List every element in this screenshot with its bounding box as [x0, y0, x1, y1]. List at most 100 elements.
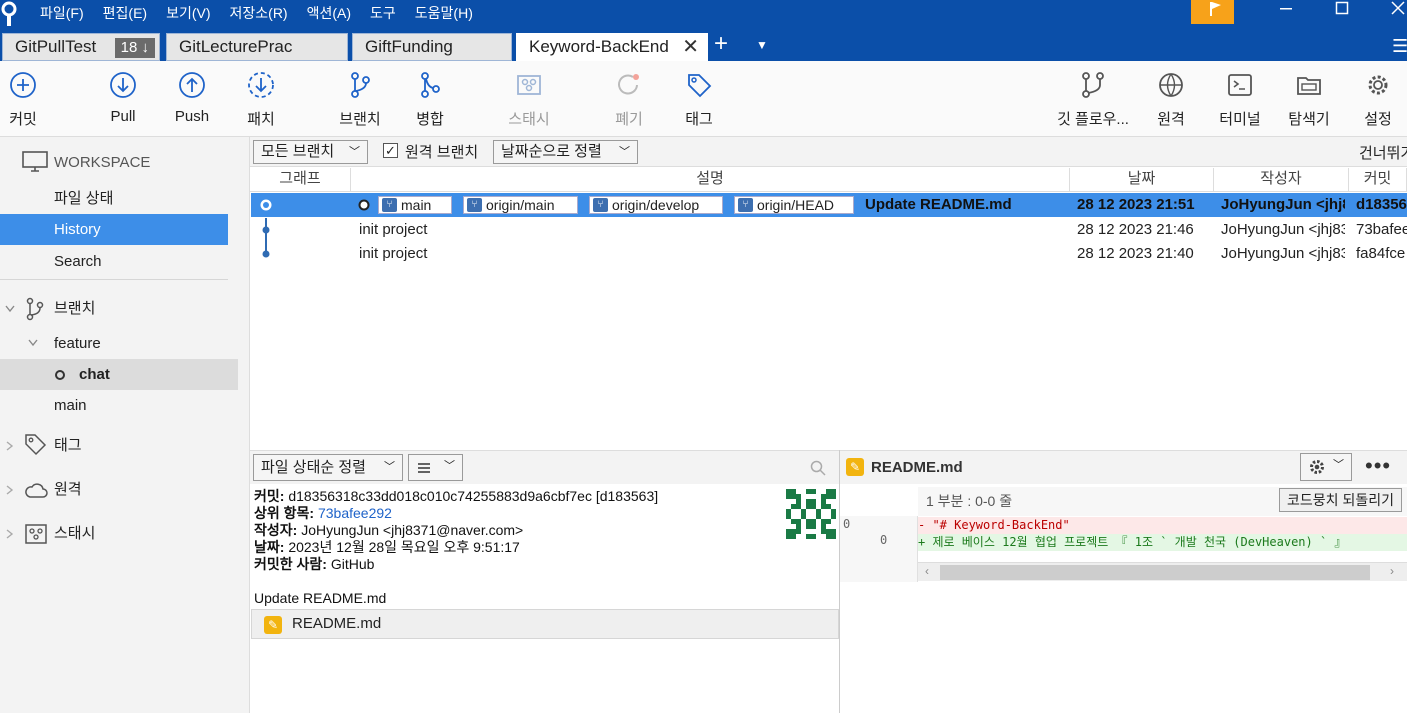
- diff-line-added: + 제로 베이스 12월 협업 프로젝트 『 1조 ` 개발 천국 (DevHe…: [918, 534, 1407, 551]
- chevron-down-icon[interactable]: [5, 305, 15, 313]
- branch-tag-origin-main[interactable]: ⑂ origin/main: [463, 196, 578, 214]
- diff-options-dropdown[interactable]: ﹀: [1300, 453, 1352, 481]
- column-graph[interactable]: 그래프: [250, 168, 351, 192]
- tab-giftfunding[interactable]: GiftFunding: [352, 33, 512, 61]
- column-commit[interactable]: 커밋: [1349, 168, 1407, 192]
- chevron-down-icon[interactable]: [28, 339, 38, 347]
- close-window-button[interactable]: [1376, 0, 1407, 22]
- branch-filter-value: 모든 브랜치: [261, 143, 335, 160]
- close-tab-icon[interactable]: ✕: [682, 34, 699, 60]
- chevron-right-icon[interactable]: [6, 485, 14, 495]
- tab-gitlectureprac[interactable]: GitLecturePrac: [166, 33, 348, 61]
- explorer-button[interactable]: 탐색기: [1274, 71, 1344, 129]
- cloud-icon: [25, 483, 48, 498]
- branch-button[interactable]: 브랜치: [325, 71, 395, 129]
- chevron-down-icon: ﹀: [619, 146, 630, 158]
- remote-button[interactable]: 원격: [1136, 71, 1206, 129]
- gitflow-button[interactable]: 깃 플로우...: [1050, 71, 1136, 129]
- hamburger-menu-icon[interactable]: ☰: [1392, 36, 1407, 57]
- title-bar: 파일(F) 편집(E) 보기(V) 저장소(R) 액션(A) 도구 도움말(H): [0, 0, 1407, 30]
- menu-edit[interactable]: 편집(E): [93, 0, 156, 24]
- view-mode-dropdown[interactable]: ﹀: [408, 454, 463, 481]
- commit-row[interactable]: ⑂ main ⑂ origin/main ⑂ origin/develop ⑂ orig…: [251, 193, 1407, 217]
- diff-horizontal-scrollbar[interactable]: ‹ ›: [918, 562, 1407, 581]
- menu-view[interactable]: 보기(V): [156, 0, 219, 24]
- chevron-right-icon[interactable]: [6, 441, 14, 451]
- file-sort-value: 파일 상태순 정렬: [261, 459, 366, 476]
- modified-file-icon: ✎: [264, 616, 282, 634]
- sidebar-branch-chat[interactable]: chat: [0, 359, 238, 390]
- column-date[interactable]: 날짜: [1070, 168, 1214, 192]
- column-author[interactable]: 작성자: [1214, 168, 1349, 192]
- revert-hunk-button[interactable]: 코드뭉치 되돌리기: [1279, 488, 1402, 512]
- branch-icon: [26, 297, 44, 321]
- tab-gitpulltest[interactable]: GitPullTest 18 ↓: [2, 33, 160, 61]
- changed-file-row[interactable]: ✎ README.md: [251, 609, 839, 639]
- remote-branches-checkbox[interactable]: ✓: [383, 143, 398, 158]
- file-sort-dropdown[interactable]: 파일 상태순 정렬 ﹀: [253, 454, 403, 481]
- discard-button[interactable]: 폐기: [594, 71, 664, 129]
- terminal-button[interactable]: 터미널: [1205, 71, 1275, 129]
- ref-label: origin/HEAD: [757, 197, 835, 213]
- sidebar-item-history[interactable]: History: [0, 214, 228, 245]
- globe-icon: [1159, 73, 1183, 97]
- commit-row[interactable]: init project 28 12 2023 21:46 JoHyungJun…: [251, 218, 1407, 242]
- notification-flag-button[interactable]: [1191, 0, 1234, 24]
- merge-label: 병합: [416, 111, 444, 128]
- sort-order-dropdown[interactable]: 날짜순으로 정렬 ﹀: [493, 140, 638, 164]
- explorer-label: 탐색기: [1288, 111, 1330, 128]
- stash-icon: [25, 524, 47, 544]
- commit-author: JoHyungJun <jhj8371@naver.com>: [1221, 196, 1345, 213]
- menu-help[interactable]: 도움말(H): [405, 0, 482, 24]
- branch-icon: ⑂: [738, 198, 753, 212]
- chevron-down-icon: ﹀: [444, 460, 455, 472]
- merge-button[interactable]: 병합: [395, 71, 465, 129]
- commit-button[interactable]: 커밋: [0, 71, 58, 129]
- search-icon[interactable]: [810, 460, 826, 476]
- sidebar-item-search[interactable]: Search: [0, 246, 238, 277]
- tab-keyword-backend[interactable]: Keyword-BackEnd ✕: [516, 33, 708, 61]
- branch-tag-main[interactable]: ⑂ main: [378, 196, 452, 214]
- stash-button[interactable]: 스태시: [494, 71, 564, 129]
- scroll-right-icon[interactable]: ›: [1390, 564, 1394, 578]
- settings-button[interactable]: 설정: [1343, 71, 1407, 129]
- branch-tag-origin-head[interactable]: ⑂ origin/HEAD: [734, 196, 854, 214]
- push-button[interactable]: Push: [157, 71, 227, 125]
- branch-filter-dropdown[interactable]: 모든 브랜치 ﹀: [253, 140, 368, 164]
- menu-actions[interactable]: 액션(A): [297, 0, 360, 24]
- new-tab-button[interactable]: +: [714, 32, 728, 56]
- scrollbar-thumb[interactable]: [940, 565, 1370, 580]
- stash-icon: [517, 75, 541, 95]
- tab-label: GitLecturePrac: [179, 37, 293, 56]
- scroll-left-icon[interactable]: ‹: [925, 564, 929, 578]
- commit-message: init project: [359, 221, 428, 238]
- menu-repository[interactable]: 저장소(R): [220, 0, 297, 24]
- more-options-icon[interactable]: •••: [1365, 453, 1391, 479]
- maximize-button[interactable]: [1320, 0, 1364, 22]
- branch-tag-origin-develop[interactable]: ⑂ origin/develop: [589, 196, 723, 214]
- minimize-button[interactable]: [1264, 0, 1308, 22]
- menu-tools[interactable]: 도구: [360, 0, 405, 24]
- pull-button[interactable]: Pull: [88, 71, 158, 125]
- skip-label[interactable]: 건너뛰기: [1359, 142, 1407, 163]
- commit-date: 28 12 2023 21:46: [1077, 221, 1194, 238]
- column-description[interactable]: 설명: [351, 168, 1070, 192]
- chevron-right-icon[interactable]: [6, 529, 14, 539]
- history-filter-bar: 모든 브랜치 ﹀ ✓ 원격 브랜치 날짜순으로 정렬 ﹀ 건너뛰기: [250, 137, 1407, 167]
- tag-button[interactable]: 태그: [664, 71, 734, 129]
- commit-row[interactable]: init project 28 12 2023 21:40 JoHyungJun…: [251, 242, 1407, 266]
- parent-commit-link[interactable]: 73bafee292: [318, 505, 392, 521]
- tab-list-dropdown-icon[interactable]: ▼: [756, 38, 768, 52]
- line-number-gutter: 0 0: [840, 516, 918, 582]
- sidebar-item-file-status[interactable]: 파일 상태: [0, 183, 238, 214]
- menu-file[interactable]: 파일(F): [30, 0, 93, 24]
- commit-hash: fa84fce: [1356, 245, 1406, 262]
- commit-table-header: 그래프 설명 날짜 작성자 커밋: [250, 168, 1407, 192]
- modified-file-icon: ✎: [846, 458, 864, 476]
- gitflow-label: 깃 플로우...: [1057, 111, 1129, 128]
- hunk-range: 1 부분 : 0-0 줄: [926, 493, 1013, 509]
- patch-button[interactable]: 패치: [226, 71, 296, 129]
- list-view-icon: [418, 463, 430, 473]
- commit-hash: 73bafee: [1356, 221, 1407, 238]
- sidebar-branch-main[interactable]: main: [0, 390, 238, 421]
